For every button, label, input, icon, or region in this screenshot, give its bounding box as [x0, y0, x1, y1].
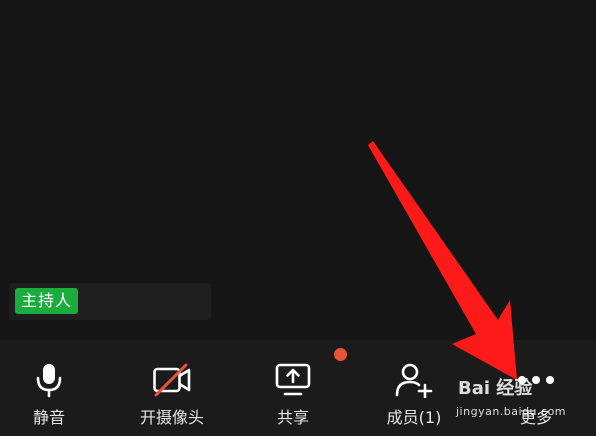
add-member-icon [394, 360, 434, 400]
microphone-icon [29, 360, 69, 400]
camera-button[interactable]: 开摄像头 [117, 340, 227, 436]
watermark-url: jingyan.baidu.com [456, 405, 567, 418]
host-badge: 主持人 [15, 288, 79, 314]
camera-label: 开摄像头 [139, 408, 204, 427]
share-label: 共享 [276, 408, 309, 427]
share-button[interactable]: 共享 [238, 340, 348, 436]
watermark-brand: Bai 经验 [458, 378, 533, 399]
baidu-jingyan-watermark: Bai 经验 jingyan.baidu.com [452, 375, 592, 425]
share-screen-icon [273, 360, 313, 400]
participant-name-strip: 主持人 [9, 283, 211, 320]
mute-label: 静音 [32, 408, 65, 427]
mute-button[interactable]: 静音 [0, 340, 104, 436]
camera-off-icon [152, 360, 192, 400]
members-label: 成员(1) [386, 408, 442, 427]
notification-dot [334, 348, 347, 361]
